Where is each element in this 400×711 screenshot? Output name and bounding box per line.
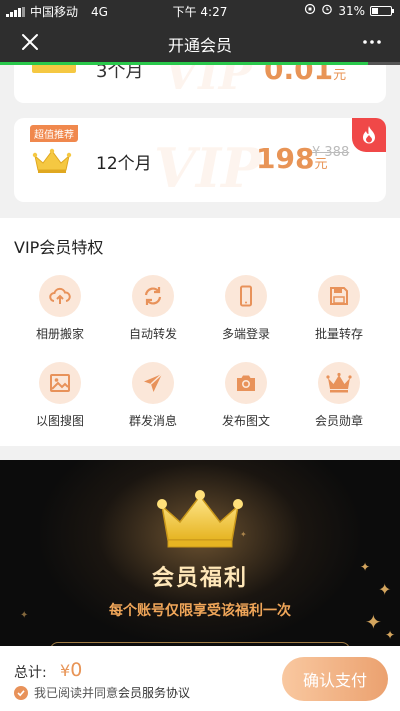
- battery-percent: 31%: [338, 3, 365, 18]
- camera-icon: [225, 362, 267, 404]
- flame-icon: [352, 118, 386, 152]
- privileges-heading: VIP会员特权: [14, 238, 104, 257]
- plan-price: 0.01元: [264, 65, 347, 86]
- vip-watermark: VIP: [164, 65, 252, 100]
- privilege-label: 自动转发: [128, 327, 177, 341]
- agree-text: 我已阅读并同意: [34, 686, 119, 700]
- recommend-badge: 超值推荐: [30, 125, 78, 142]
- alarm-icon: [321, 3, 333, 18]
- checkout-bar: 总计: ¥0 我已阅读并同意 会员服务协议 确认支付: [0, 646, 400, 711]
- crown-icon: [32, 65, 76, 73]
- agreement-link[interactable]: 会员服务协议: [118, 684, 190, 701]
- total-amount: ¥0: [60, 659, 83, 681]
- status-bar: 中国移动 4G 下午 4:27 31%: [0, 0, 400, 22]
- privilege-multi-login[interactable]: 多端登录: [206, 275, 286, 342]
- image-icon: [39, 362, 81, 404]
- benefits-subtitle: 每个账号仅限享受该福利一次: [109, 603, 291, 619]
- more-icon[interactable]: [362, 34, 382, 54]
- privilege-image-search[interactable]: 以图搜图: [20, 362, 100, 429]
- privilege-label: 相册搬家: [35, 327, 84, 341]
- original-price: ¥ 388: [312, 145, 350, 160]
- privilege-batch-save[interactable]: 批量转存: [299, 275, 379, 342]
- privilege-label: 发布图文: [221, 414, 270, 428]
- phone-icon: [225, 275, 267, 317]
- battery-icon: [370, 5, 394, 16]
- benefits-banner: ✦ ✦ ✦ ✦ ✦ ✦ 会员福利 每个账号仅限享受该福利一次: [0, 460, 400, 646]
- vip-watermark: VIP: [154, 136, 262, 200]
- privilege-label: 群发消息: [128, 414, 177, 428]
- agreement-row: 我已阅读并同意 会员服务协议: [14, 684, 190, 701]
- total-label: 总计:: [14, 665, 47, 681]
- privilege-album-move[interactable]: 相册搬家: [20, 275, 100, 342]
- crown-icon: [32, 148, 72, 178]
- privilege-label: 会员勋章: [314, 414, 363, 428]
- nav-bar: 开通会员: [0, 22, 400, 62]
- plan-duration: 3个月: [96, 65, 144, 82]
- privilege-label: 多端登录: [221, 327, 270, 341]
- plan-duration: 12个月: [96, 154, 152, 174]
- confirm-pay-button[interactable]: 确认支付: [282, 657, 388, 701]
- privilege-label: 批量转存: [314, 327, 363, 341]
- rotation-lock-icon: [304, 3, 316, 18]
- crown-icon: [156, 488, 244, 554]
- plan-card-12-months[interactable]: VIP 超值推荐 12个月 198元 ¥ 388: [14, 118, 386, 202]
- privilege-member-badge[interactable]: 会员勋章: [299, 362, 379, 429]
- send-icon: [132, 362, 174, 404]
- page-title: 开通会员: [167, 36, 232, 55]
- save-icon: [318, 275, 360, 317]
- plan-card-3-months[interactable]: VIP 3个月 0.01元: [14, 65, 386, 103]
- privilege-label: 以图搜图: [35, 414, 84, 428]
- privilege-auto-forward[interactable]: 自动转发: [113, 275, 193, 342]
- privilege-group-message[interactable]: 群发消息: [113, 362, 193, 429]
- privilege-publish-post[interactable]: 发布图文: [206, 362, 286, 429]
- sync-icon: [132, 275, 174, 317]
- privileges-section: VIP会员特权 相册搬家 自动转发 多端登录 批量转存 以图搜图 群发消息 发布…: [0, 218, 400, 446]
- crown-icon: [318, 362, 360, 404]
- cloud-upload-icon: [39, 275, 81, 317]
- star-icon: ✦: [385, 628, 396, 642]
- benefits-title: 会员福利: [151, 566, 248, 591]
- agree-checkbox[interactable]: [14, 685, 28, 700]
